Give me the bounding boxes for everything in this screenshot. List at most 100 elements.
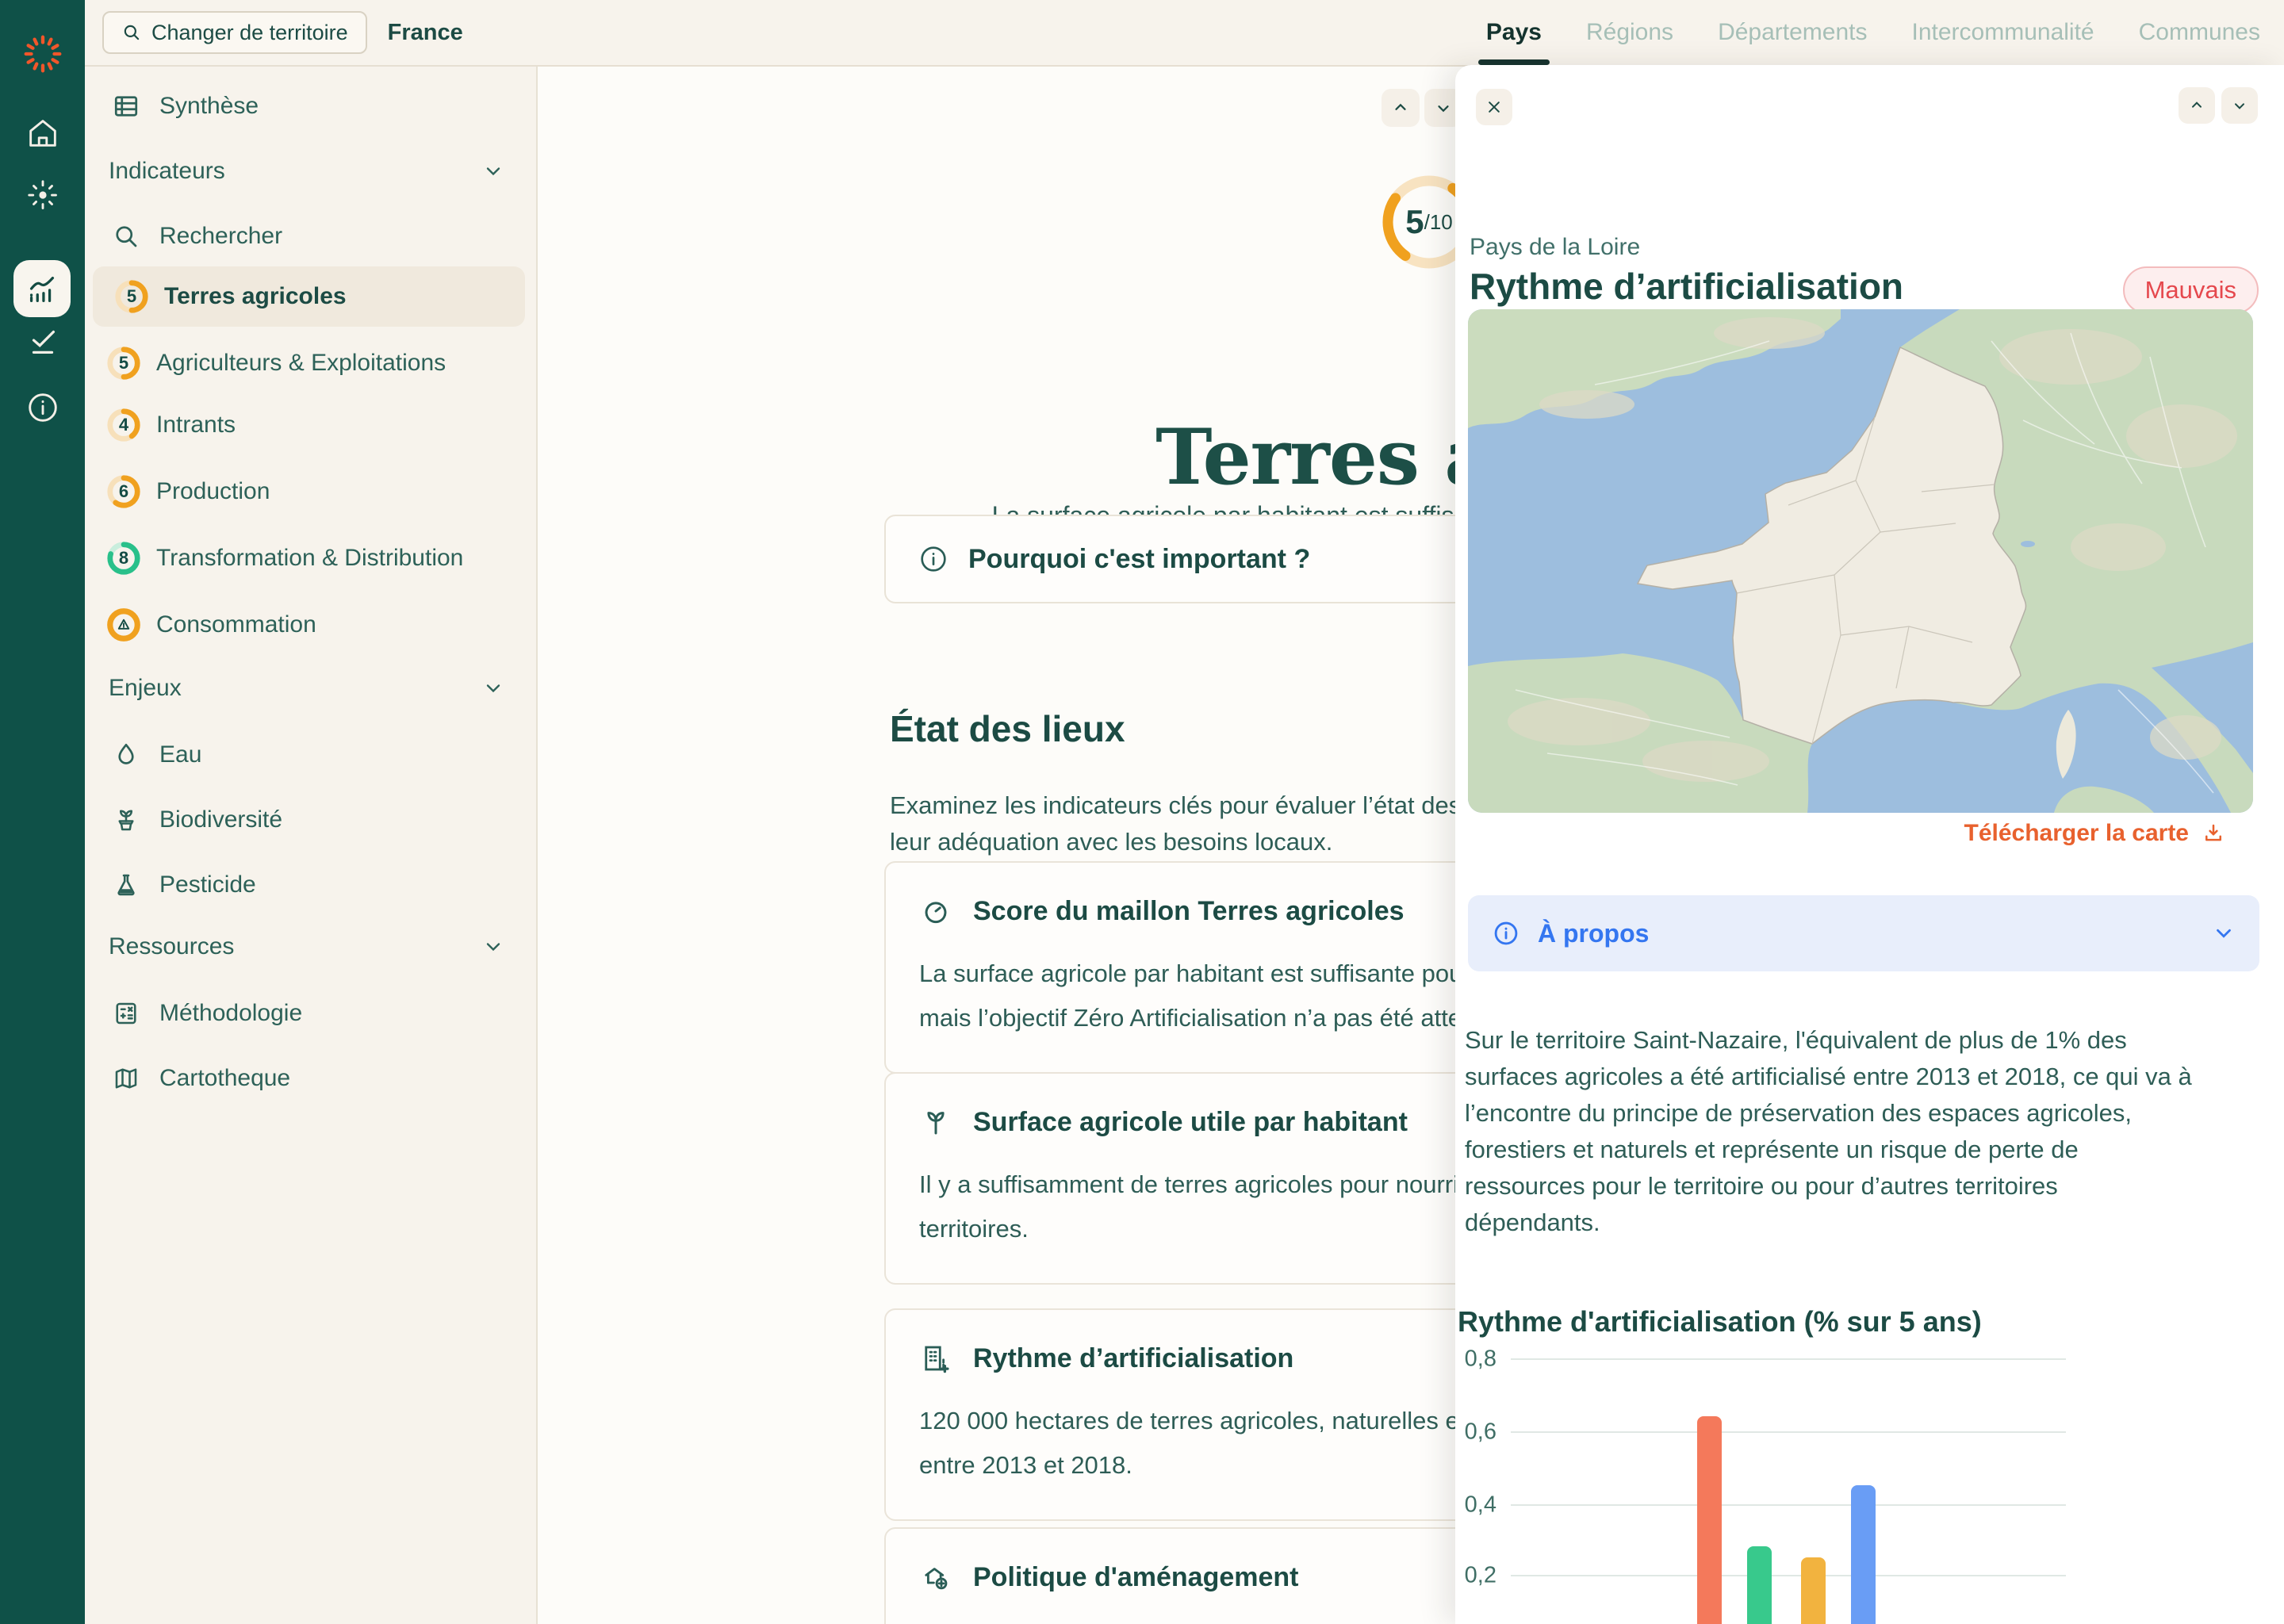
territory-level-tabs: Pays Régions Départements Intercommunali…: [1486, 0, 2284, 65]
sidebar-section-ressources[interactable]: Ressources: [85, 917, 536, 977]
sidebar-item-cartotheque[interactable]: Cartotheque: [85, 1048, 536, 1109]
sidebar-item-terres-agricoles[interactable]: 5 Terres agricoles: [93, 266, 525, 327]
icon-rail: [0, 0, 85, 1624]
score-ring-icon: 5: [113, 278, 150, 315]
change-territory-label: Changer de territoire: [151, 21, 348, 45]
table-icon: [109, 92, 144, 121]
tab-communes[interactable]: Communes: [2139, 0, 2260, 65]
france-map[interactable]: [1468, 309, 2253, 813]
app-window: Changer de territoire France Pays Région…: [0, 0, 2284, 1624]
sidebar-item-agriculteurs[interactable]: 5 Agriculteurs & Exploitations: [85, 333, 536, 393]
sidebar-section-enjeux[interactable]: Enjeux: [85, 658, 536, 718]
panel-title: Rythme d’artificialisation: [1470, 265, 1903, 308]
gridline: [1511, 1358, 2066, 1360]
score-ring-icon: 8: [105, 540, 142, 576]
indicator-card-title: Score du maillon Terres agricoles: [973, 896, 1405, 927]
indicator-description: Sur le territoire Saint-Nazaire, l'équiv…: [1465, 1022, 2258, 1241]
sidebar-item-label: Agriculteurs & Exploitations: [156, 350, 446, 377]
house-plus-icon: [919, 1561, 952, 1594]
sidebar-item-label: Rechercher: [159, 223, 282, 250]
sidebar-item-methodologie[interactable]: Méthodologie: [85, 983, 536, 1044]
gridline: [1511, 1504, 2066, 1506]
y-tick-label: 0,6: [1455, 1419, 1496, 1446]
flask-icon: [109, 871, 144, 899]
app-logo-icon[interactable]: [0, 30, 85, 78]
info-circle-icon: [918, 543, 949, 575]
score-ring-icon: 4: [105, 407, 142, 443]
water-drop-icon: [109, 741, 144, 769]
sun-icon[interactable]: [0, 173, 85, 217]
indicator-card-title: Politique d'aménagement: [973, 1562, 1299, 1593]
indicator-card-title: Rythme d’artificialisation: [973, 1343, 1293, 1374]
chevron-down-icon: [482, 160, 504, 182]
sidebar-item-label: Synthèse: [159, 93, 259, 120]
info-circle-icon: [1492, 919, 1520, 948]
current-territory: France: [388, 20, 463, 46]
gridline: [1511, 1431, 2066, 1433]
indicators-active-icon[interactable]: [13, 260, 71, 317]
sidebar-item-rechercher[interactable]: Rechercher: [85, 206, 536, 266]
download-icon: [2202, 822, 2225, 845]
bar-series-2: [1747, 1546, 1772, 1624]
panel-territory: Pays de la Loire: [1470, 234, 1640, 261]
y-tick-label: 0,2: [1455, 1563, 1496, 1589]
home-icon[interactable]: [0, 111, 85, 155]
section-title: État des lieux: [890, 707, 1125, 750]
chevron-down-icon: [482, 677, 504, 699]
gauge-icon: [919, 894, 952, 928]
checklist-icon[interactable]: [0, 319, 85, 363]
sidebar-item-transformation[interactable]: 8 Transformation & Distribution: [85, 528, 536, 588]
close-icon: [1486, 99, 1502, 115]
building-plus-icon: [919, 1342, 952, 1375]
sidebar: Synthèse Indicateurs Rechercher 5 Terres…: [85, 67, 538, 1624]
gridline: [1511, 1575, 2066, 1576]
change-territory-button[interactable]: Changer de territoire: [102, 11, 367, 54]
score-ring-icon: 6: [105, 473, 142, 510]
sprout-icon: [919, 1105, 952, 1139]
sidebar-item-label: Méthodologie: [159, 1000, 302, 1027]
plant-pot-icon: [109, 806, 144, 834]
sidebar-item-production[interactable]: 6 Production: [85, 462, 536, 522]
tab-pays[interactable]: Pays: [1486, 0, 1542, 65]
status-badge: Mauvais: [2123, 266, 2259, 314]
previous-indicator-button[interactable]: [1382, 89, 1420, 127]
panel-previous-button[interactable]: [2179, 87, 2215, 124]
info-icon[interactable]: [0, 385, 85, 430]
about-accordion[interactable]: À propos: [1468, 895, 2259, 971]
sidebar-item-pesticide[interactable]: Pesticide: [85, 855, 536, 915]
panel-next-button[interactable]: [2221, 87, 2258, 124]
sidebar-section-indicateurs[interactable]: Indicateurs: [85, 141, 536, 201]
bar-series-3: [1801, 1557, 1826, 1624]
sidebar-item-label: Transformation & Distribution: [156, 545, 463, 572]
y-tick-label: 0,8: [1455, 1346, 1496, 1373]
sidebar-item-label: Intrants: [156, 412, 236, 439]
tab-departements[interactable]: Départements: [1718, 0, 1867, 65]
indicator-card-title: Surface agricole utile par habitant: [973, 1107, 1408, 1138]
sidebar-item-consommation[interactable]: Consommation: [85, 595, 536, 655]
sidebar-item-label: Biodiversité: [159, 806, 282, 833]
score-ring-icon: 5: [105, 345, 142, 381]
sidebar-item-intrants[interactable]: 4 Intrants: [85, 395, 536, 455]
topbar: Changer de territoire France Pays Région…: [85, 0, 2284, 67]
download-map-link[interactable]: Télécharger la carte: [1964, 820, 2226, 847]
sidebar-item-label: Eau: [159, 741, 201, 768]
search-icon: [121, 22, 142, 43]
bar-series-1: [1697, 1416, 1722, 1624]
close-panel-button[interactable]: [1476, 89, 1512, 125]
calculator-icon: [109, 999, 144, 1028]
sidebar-item-label: Cartotheque: [159, 1065, 290, 1092]
sidebar-item-biodiversite[interactable]: Biodiversité: [85, 790, 536, 850]
sidebar-item-synthese[interactable]: Synthèse: [85, 76, 536, 136]
map-icon: [109, 1064, 144, 1093]
tab-intercommunalite[interactable]: Intercommunalité: [1912, 0, 2094, 65]
why-important-label: Pourquoi c'est important ?: [968, 544, 1310, 575]
sidebar-item-eau[interactable]: Eau: [85, 725, 536, 785]
chevron-down-icon: [482, 936, 504, 958]
search-icon: [109, 222, 144, 251]
y-tick-label: 0,4: [1455, 1492, 1496, 1519]
sidebar-item-label: Terres agricoles: [164, 283, 347, 310]
sidebar-item-label: Pesticide: [159, 871, 256, 898]
warning-ring-icon: [105, 607, 142, 643]
tab-regions[interactable]: Régions: [1586, 0, 1673, 65]
sidebar-item-label: Consommation: [156, 611, 316, 638]
